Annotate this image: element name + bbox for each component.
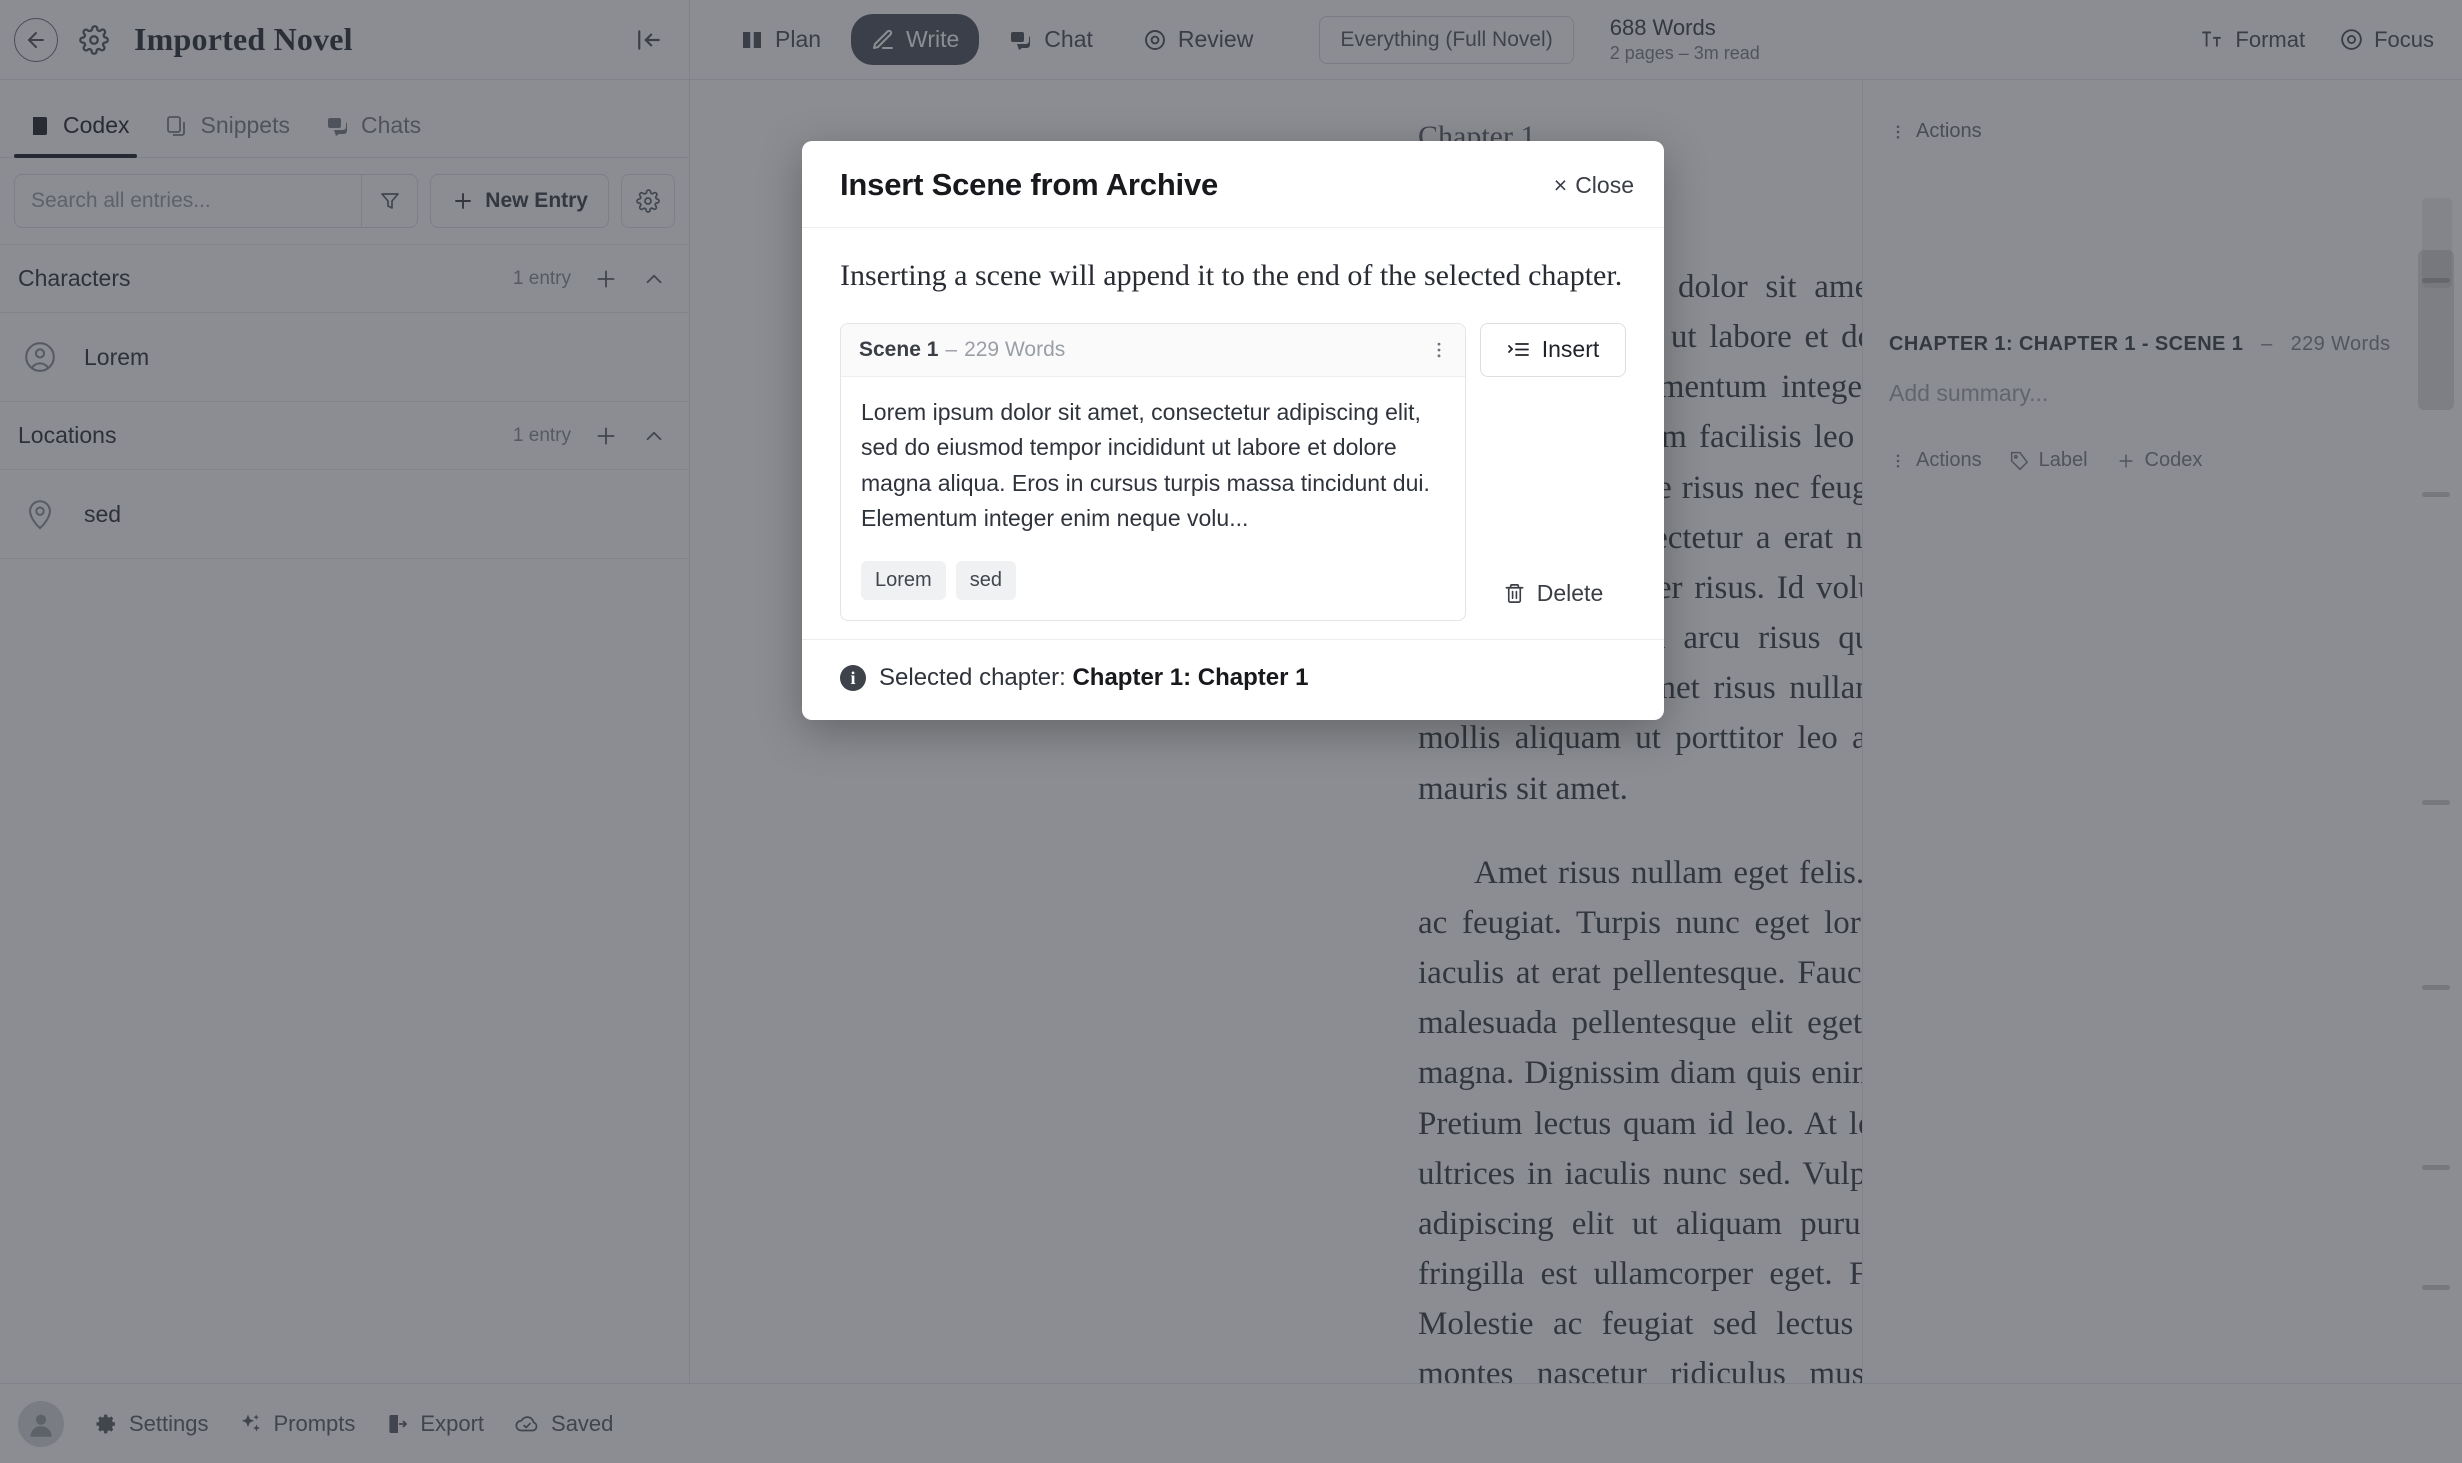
- archive-scene-side-actions: Insert Delete: [1480, 322, 1626, 622]
- archive-scene-tags: Lorem sed: [841, 547, 1465, 620]
- modal-description: Inserting a scene will append it to the …: [840, 259, 1623, 292]
- archive-scene-row: Scene 1 – 229 Words Lorem ipsum dolor si…: [840, 322, 1626, 622]
- close-x-icon: ×: [1553, 171, 1568, 198]
- modal-header: Insert Scene from Archive × Close: [802, 141, 1664, 228]
- list-insert-icon: [1507, 338, 1531, 362]
- selected-chapter-prefix: Selected chapter:: [879, 664, 1073, 692]
- status-badge[interactable]: sed: [955, 561, 1016, 601]
- selected-chapter-text: Selected chapter: Chapter 1: Chapter 1: [879, 664, 1309, 692]
- archive-scene-name: Scene 1: [859, 337, 939, 361]
- insert-scene-modal: Insert Scene from Archive × Close Insert…: [802, 141, 1664, 721]
- kebab-icon[interactable]: [1429, 340, 1449, 360]
- info-icon: i: [840, 665, 866, 692]
- modal-footer: i Selected chapter: Chapter 1: Chapter 1: [802, 639, 1664, 720]
- insert-button[interactable]: Insert: [1480, 322, 1626, 377]
- close-label: Close: [1575, 171, 1634, 198]
- insert-label: Insert: [1541, 336, 1600, 362]
- archive-scene-words: 229 Words: [964, 337, 1066, 361]
- selected-chapter-value: Chapter 1: Chapter 1: [1072, 664, 1309, 692]
- status-badge[interactable]: Lorem: [861, 561, 946, 601]
- archive-scene-body: Lorem ipsum dolor sit amet, consectetur …: [841, 377, 1465, 548]
- modal-body: Inserting a scene will append it to the …: [802, 228, 1664, 622]
- delete-button[interactable]: Delete: [1480, 580, 1626, 607]
- trash-icon: [1503, 582, 1526, 605]
- archive-scene-excerpt: Lorem ipsum dolor sit amet, consectetur …: [861, 398, 1430, 532]
- close-button[interactable]: × Close: [1554, 172, 1634, 199]
- archive-scene-separator: –: [945, 337, 958, 361]
- modal-title: Insert Scene from Archive: [840, 167, 1219, 202]
- archive-scene-card-header: Scene 1 – 229 Words: [841, 323, 1465, 377]
- archive-scene-card[interactable]: Scene 1 – 229 Words Lorem ipsum dolor si…: [840, 322, 1466, 622]
- delete-label: Delete: [1536, 580, 1604, 607]
